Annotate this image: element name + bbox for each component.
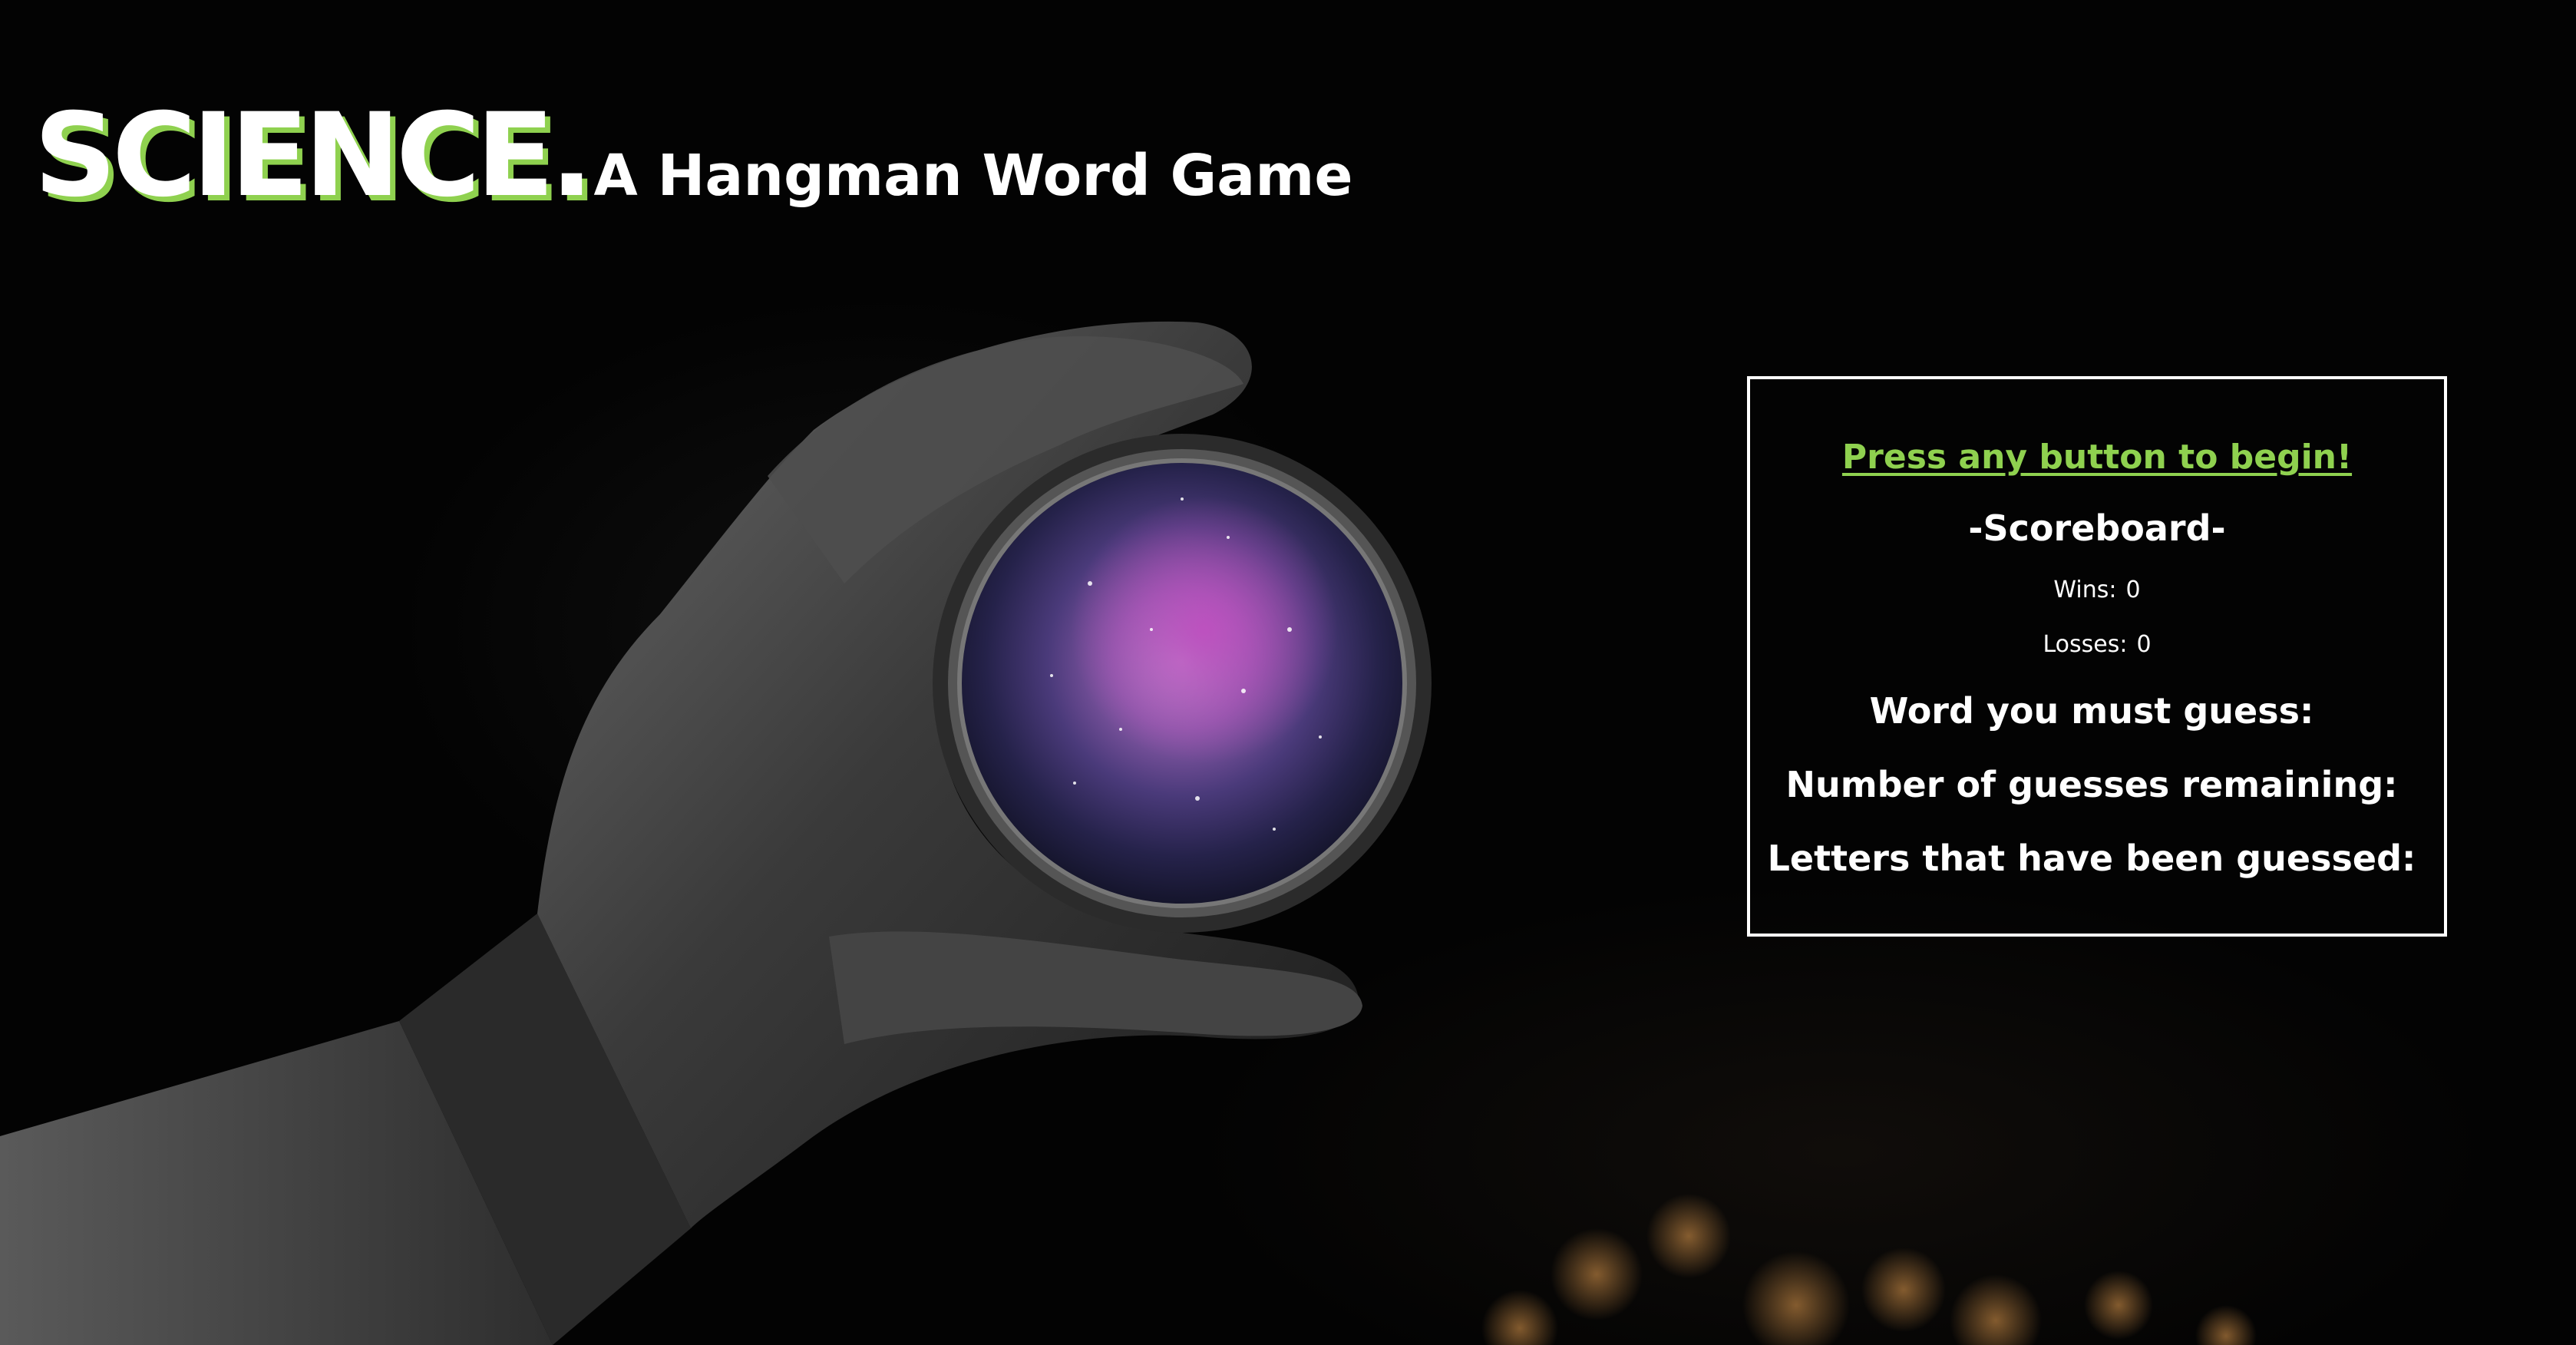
letters-label: Letters that have been guessed: bbox=[1767, 838, 2416, 879]
scoreboard-title: -Scoreboard- bbox=[1968, 507, 2226, 549]
brand-title: SCIENCE. bbox=[34, 89, 593, 223]
losses-stat: Losses: 0 bbox=[2043, 631, 2151, 658]
wins-stat: Wins: 0 bbox=[2053, 577, 2140, 603]
word-to-guess: Word you must guess: bbox=[1870, 690, 2325, 732]
scoreboard-panel: Press any button to begin! -Scoreboard- … bbox=[1747, 376, 2447, 937]
losses-label: Losses: bbox=[2043, 631, 2128, 658]
site-header: SCIENCE. A Hangman Word Game bbox=[34, 98, 1353, 213]
start-prompt-link[interactable]: Press any button to begin! bbox=[1842, 438, 2352, 477]
word-label: Word you must guess: bbox=[1869, 690, 2314, 732]
wins-label: Wins: bbox=[2053, 577, 2117, 603]
page-subtitle: A Hangman Word Game bbox=[593, 143, 1353, 209]
guesses-label: Number of guesses remaining: bbox=[1785, 764, 2398, 805]
wins-value: 0 bbox=[2125, 577, 2141, 603]
bokeh-lights bbox=[1481, 1194, 2257, 1345]
losses-value: 0 bbox=[2136, 631, 2152, 658]
game-page: SCIENCE. A Hangman Word Game Press any b… bbox=[0, 0, 2576, 1345]
guesses-remaining: Number of guesses remaining: bbox=[1785, 764, 2408, 805]
letters-guessed: Letters that have been guessed: bbox=[1768, 838, 2427, 879]
